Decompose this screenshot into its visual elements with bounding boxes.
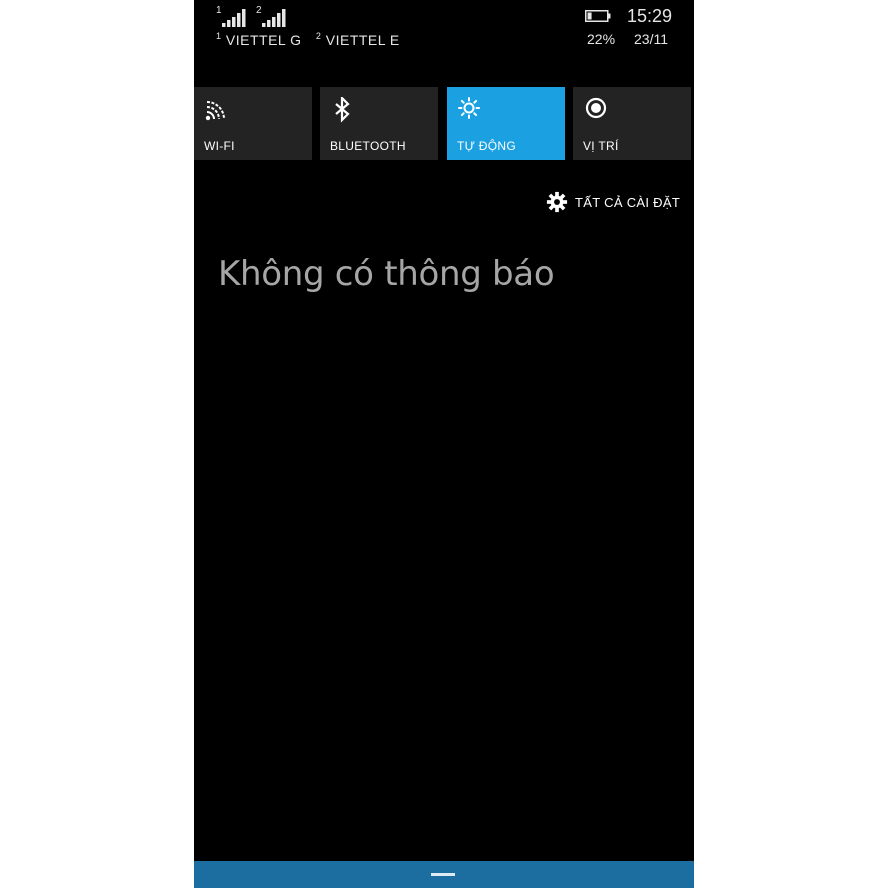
brightness-icon xyxy=(458,97,480,119)
carrier-names: 1 VIETTEL G 2 VIETTEL E xyxy=(216,31,400,48)
carrier1-name: VIETTEL G xyxy=(225,32,302,48)
sim2-label-number: 2 xyxy=(315,31,322,41)
status-bar: 1 2 1 VIETTEL G 2 VIETTEL E 15:29 22% 23… xyxy=(194,0,694,60)
wifi-label: WI-FI xyxy=(204,139,235,153)
sim2-number: 2 xyxy=(256,5,262,16)
all-settings-label: TẤT CẢ CÀI ĐẶT xyxy=(575,194,681,210)
collapse-handle-bar[interactable] xyxy=(194,861,694,888)
bluetooth-icon xyxy=(335,97,350,123)
auto-brightness-toggle[interactable]: TỰ ĐỘNG xyxy=(447,87,565,160)
wifi-toggle[interactable]: WI-FI xyxy=(194,87,312,160)
auto-brightness-label: TỰ ĐỘNG xyxy=(457,139,517,153)
signal-strength-icon xyxy=(262,9,286,27)
sim1-number: 1 xyxy=(216,5,222,16)
all-settings-link[interactable]: TẤT CẢ CÀI ĐẶT xyxy=(546,191,680,213)
bluetooth-label: BLUETOOTH xyxy=(330,139,406,153)
battery-icon xyxy=(585,10,611,22)
date: 23/11 xyxy=(634,31,668,47)
sim1-label-number: 1 xyxy=(216,31,222,41)
empty-notifications-message: Không có thông báo xyxy=(218,254,555,294)
carrier2-name: VIETTEL E xyxy=(325,32,400,48)
bluetooth-toggle[interactable]: BLUETOOTH xyxy=(320,87,438,160)
drag-handle[interactable] xyxy=(431,873,455,876)
action-center: 1 2 1 VIETTEL G 2 VIETTEL E 15:29 22% 23… xyxy=(194,0,694,888)
quick-actions: WI-FI BLUETOOTH TỰ ĐỘNG VỊ TRÍ xyxy=(194,87,694,160)
battery-percent: 22% xyxy=(587,31,616,47)
wifi-icon xyxy=(205,101,225,121)
location-icon xyxy=(585,97,607,119)
gear-icon xyxy=(546,191,568,213)
signal-strength-icon xyxy=(222,9,246,27)
clock: 15:29 xyxy=(627,6,673,26)
location-toggle[interactable]: VỊ TRÍ xyxy=(573,87,691,160)
location-label: VỊ TRÍ xyxy=(583,139,619,153)
